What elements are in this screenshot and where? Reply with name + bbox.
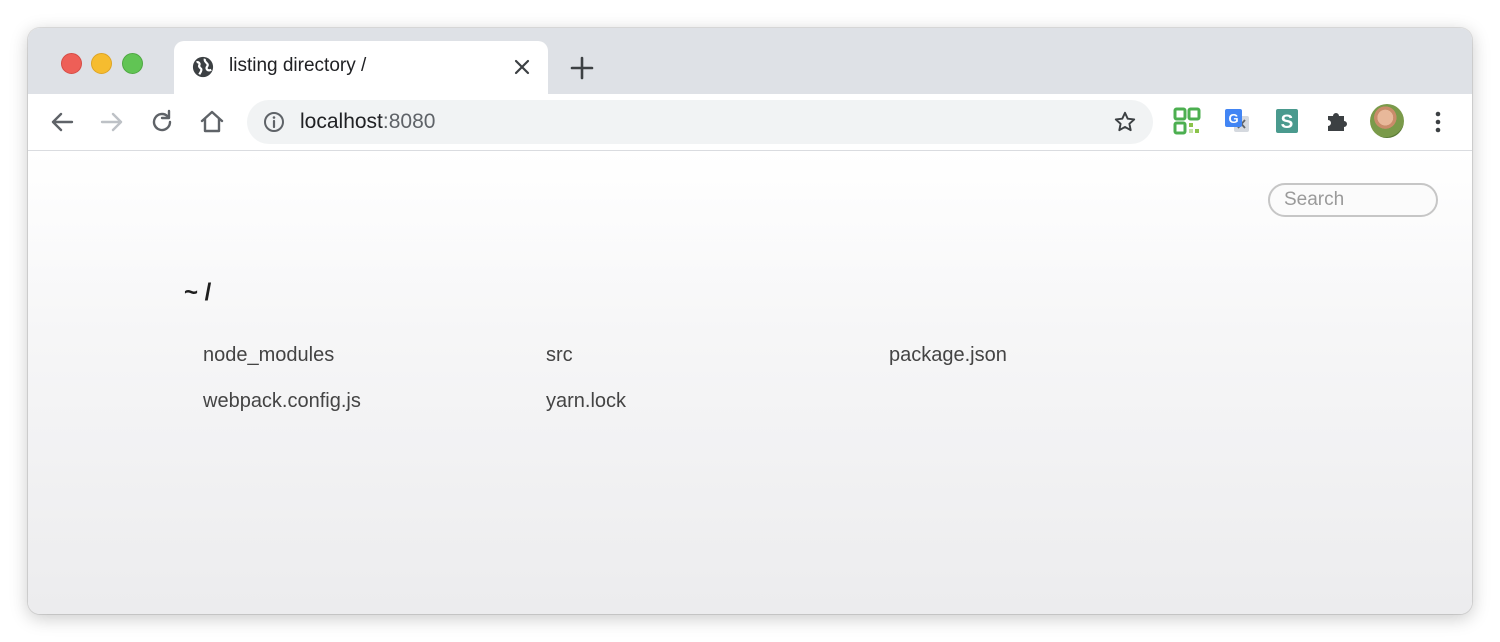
address-bar[interactable]: localhost:8080	[247, 100, 1153, 144]
close-tab-icon[interactable]	[512, 57, 532, 77]
file-list: node_modules src package.json webpack.co…	[203, 343, 1303, 413]
file-link[interactable]: webpack.config.js	[203, 390, 361, 412]
browser-window: listing directory / localhost:8080 G S S…	[28, 28, 1472, 614]
back-arrow-icon[interactable]	[48, 108, 76, 136]
maximize-window-button[interactable]	[122, 53, 143, 74]
home-icon[interactable]	[198, 108, 226, 136]
minimize-window-button[interactable]	[91, 53, 112, 74]
file-link[interactable]: src	[546, 344, 573, 366]
tab-title: listing directory /	[229, 55, 367, 76]
search-input[interactable]	[1268, 183, 1438, 217]
url-text[interactable]: localhost:8080	[300, 110, 435, 134]
svg-text:S: S	[1281, 112, 1294, 133]
list-item: yarn.lock	[546, 389, 889, 413]
url-host: localhost	[300, 110, 383, 133]
file-link[interactable]: node_modules	[203, 344, 334, 366]
globe-icon	[192, 56, 214, 78]
file-link[interactable]: yarn.lock	[546, 390, 626, 412]
site-info-icon[interactable]	[263, 111, 285, 133]
qr-code-extension-icon[interactable]	[1172, 106, 1202, 136]
list-item: src	[546, 343, 889, 367]
puzzle-extensions-icon[interactable]	[1322, 106, 1352, 136]
toolbar: localhost:8080 G S	[28, 94, 1472, 151]
google-translate-icon[interactable]: G	[1222, 106, 1252, 136]
page-title: ~ /	[184, 279, 212, 306]
s-extension-icon[interactable]: S	[1272, 106, 1302, 136]
file-link[interactable]: package.json	[889, 344, 1007, 366]
url-port: :8080	[382, 110, 436, 133]
bookmark-star-icon[interactable]	[1113, 110, 1137, 134]
list-item: package.json	[889, 343, 1232, 367]
tab-active[interactable]: listing directory /	[174, 41, 548, 94]
list-item: node_modules	[203, 343, 546, 367]
list-item: webpack.config.js	[203, 389, 546, 413]
forward-arrow-icon[interactable]	[98, 108, 126, 136]
svg-text:G: G	[1228, 111, 1238, 126]
close-window-button[interactable]	[61, 53, 82, 74]
profile-avatar[interactable]	[1370, 104, 1404, 138]
page-content: ~ / node_modules src package.json webpac…	[28, 151, 1472, 614]
reload-icon[interactable]	[148, 108, 176, 136]
more-menu-icon[interactable]	[1424, 108, 1452, 136]
tab-strip: listing directory /	[28, 28, 1472, 94]
new-tab-icon[interactable]	[568, 54, 596, 82]
